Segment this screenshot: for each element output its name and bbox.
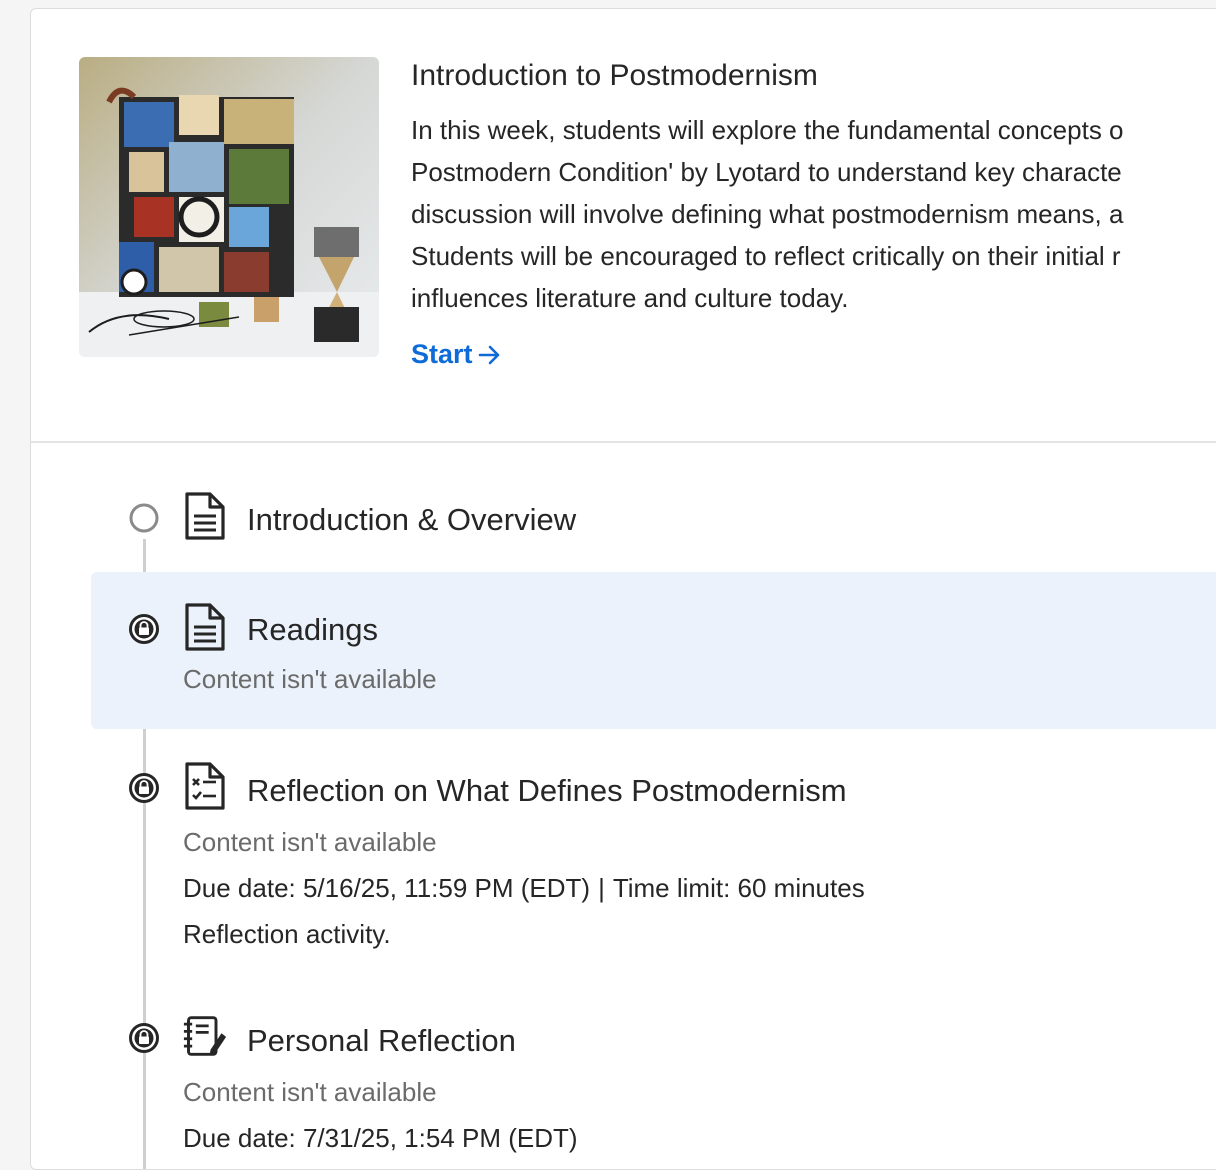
description-line: discussion will involve defining what po…	[411, 199, 1124, 229]
due-info: Due date: 5/16/25, 11:59 PM (EDT) | Time l…	[183, 873, 865, 904]
time-limit: Time limit: 60 minutes	[612, 873, 865, 903]
module-thumbnail	[79, 57, 379, 357]
module-description: In this week, students will explore the …	[411, 109, 1216, 319]
description-line: In this week, students will explore the …	[411, 115, 1124, 145]
document-icon	[185, 603, 225, 651]
availability-text: Content isn't available	[183, 1077, 437, 1107]
description-line: Students will be encouraged to reflect c…	[411, 241, 1121, 271]
module-header: Introduction to Postmodernism In this we…	[31, 9, 1216, 443]
description-line: Postmodern Condition' by Lyotard to unde…	[411, 157, 1122, 187]
lock-status-icon	[129, 773, 159, 803]
journal-icon	[183, 1016, 227, 1056]
availability-text: Content isn't available	[183, 664, 437, 694]
assignment-icon	[185, 762, 225, 810]
due-date: Due date: 7/31/25, 1:54 PM (EDT)	[183, 1123, 578, 1153]
start-link[interactable]: Start	[411, 339, 503, 370]
arrow-right-icon	[478, 345, 499, 364]
item-title[interactable]: Introduction & Overview	[247, 502, 576, 538]
module-title: Introduction to Postmodernism	[411, 59, 818, 92]
due-date: Due date: 5/16/25, 11:59 PM (EDT)	[183, 873, 591, 903]
separator: |	[598, 873, 605, 903]
item-title[interactable]: Readings	[247, 612, 378, 648]
content-item[interactable]: Introduction & Overview	[91, 479, 1216, 559]
item-title[interactable]: Reflection on What Defines Postmodernism	[247, 773, 847, 809]
content-item[interactable]: Reflection on What Defines Postmodernism…	[91, 749, 1216, 949]
availability-text: Content isn't available	[183, 827, 437, 857]
content-item[interactable]: Personal Reflection Content isn't availa…	[91, 999, 1216, 1169]
module-card: Introduction to Postmodernism In this we…	[30, 8, 1216, 1170]
content-item[interactable]: Readings Content isn't available	[91, 572, 1216, 729]
start-label: Start	[411, 339, 473, 369]
description-line: influences literature and culture today.	[411, 283, 849, 313]
item-description: Reflection activity.	[183, 919, 391, 949]
document-icon	[185, 492, 225, 540]
item-title[interactable]: Personal Reflection	[247, 1023, 516, 1059]
lock-status-icon	[129, 614, 159, 644]
not-started-status-icon	[129, 503, 159, 533]
lock-status-icon	[129, 1023, 159, 1053]
